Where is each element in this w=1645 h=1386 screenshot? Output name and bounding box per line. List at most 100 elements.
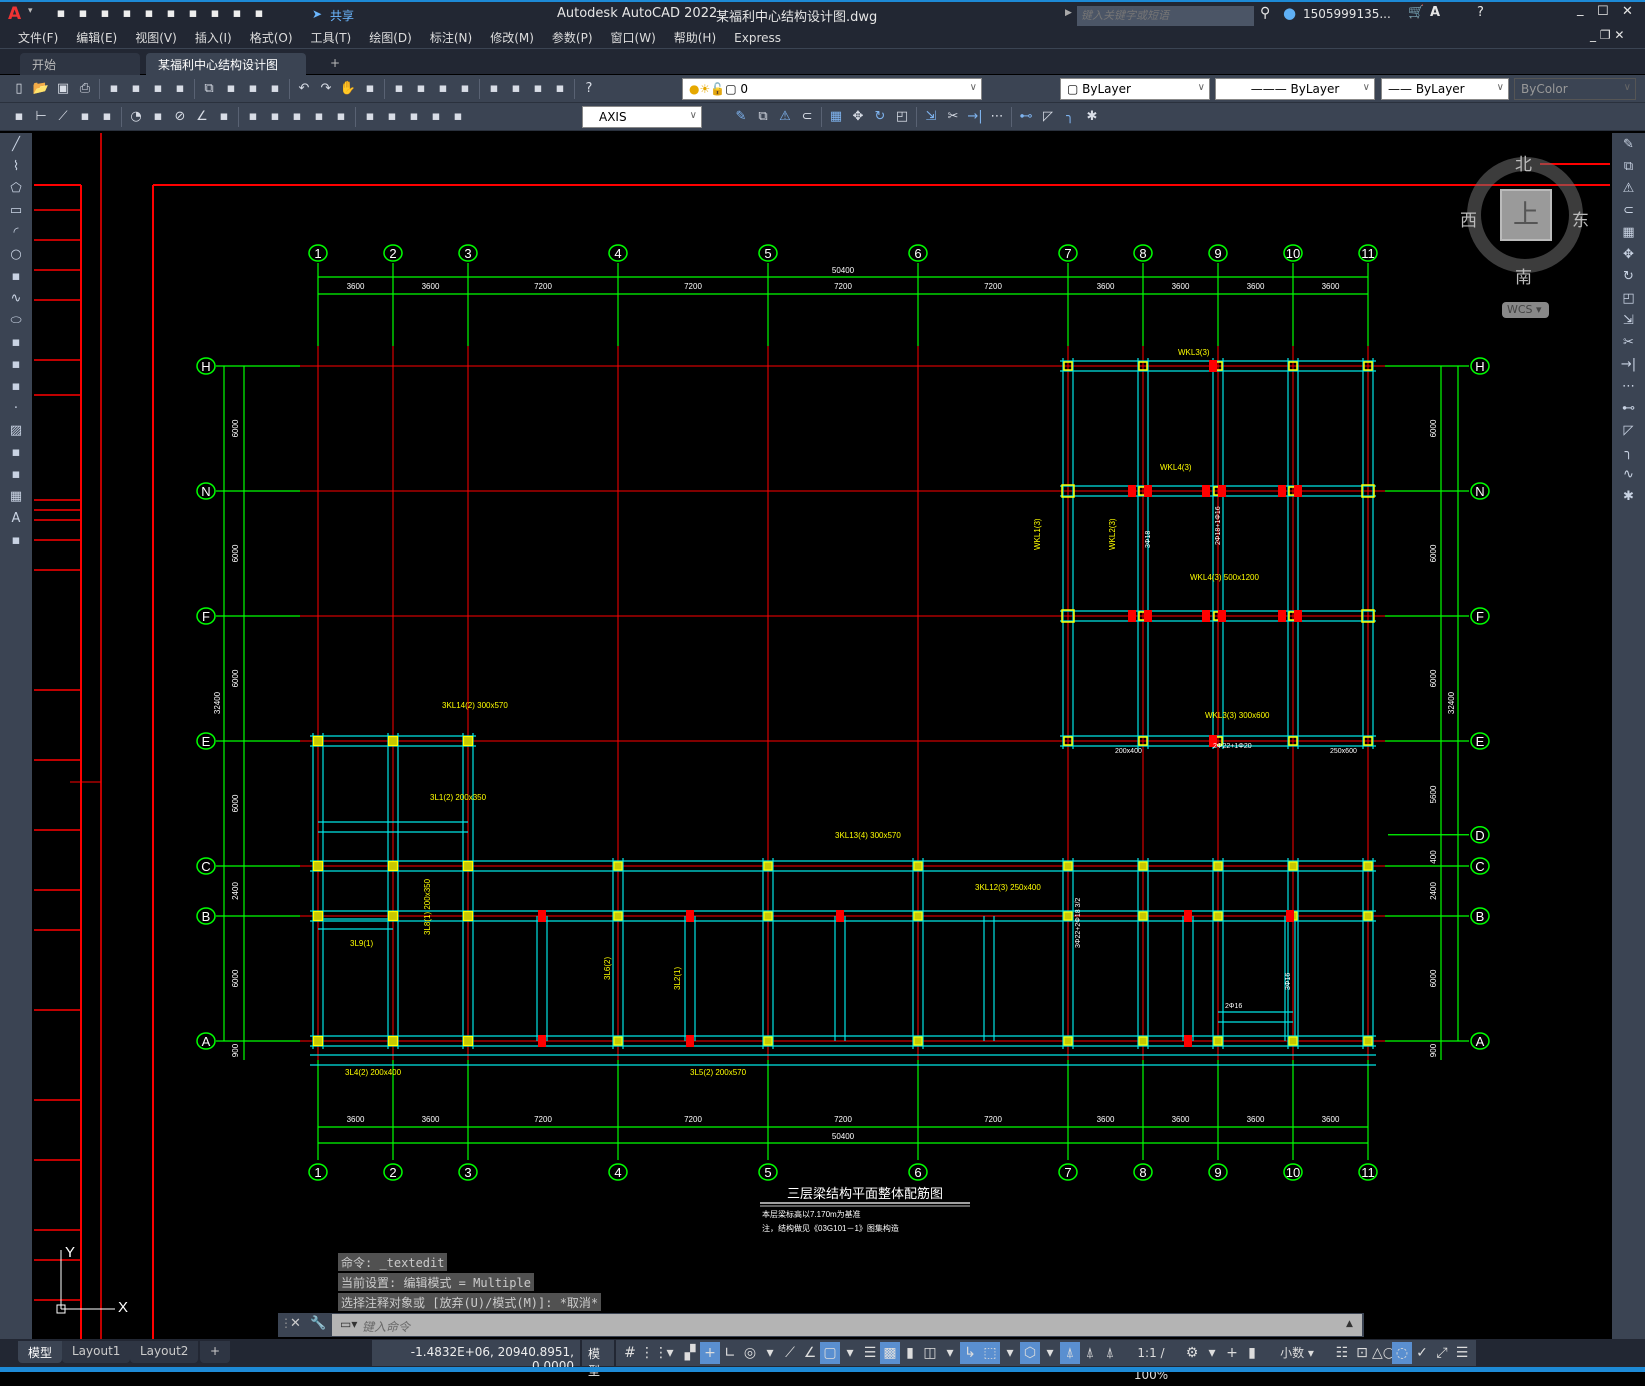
units-dropdown[interactable]: 小数 ▾ [1262, 1342, 1332, 1364]
menu-item[interactable]: 编辑(E) [76, 26, 117, 46]
viewcube-west[interactable]: 西 [1460, 206, 1477, 231]
ellipse-icon[interactable]: ⬭ [5, 311, 27, 331]
infer-toggle-icon[interactable]: ▞ [680, 1342, 700, 1364]
plot-icon[interactable]: ⎙ [76, 80, 94, 98]
gradient-icon[interactable]: ▪ [5, 443, 27, 463]
search-icon[interactable]: ⚲ [1260, 5, 1270, 21]
customize-plus-icon[interactable]: + [1222, 1342, 1242, 1364]
viewcube-east[interactable]: 东 [1572, 206, 1589, 231]
lineweight-toggle-icon[interactable]: ☰ [860, 1342, 880, 1364]
osnap-track-toggle-icon[interactable]: ∠ [800, 1342, 820, 1364]
copy-icon[interactable]: ⧉ [754, 108, 772, 126]
dimstyle-dropdown[interactable]: AXIS ∨ [582, 106, 702, 128]
dropdown-toggle-icon[interactable]: ▾ [1040, 1342, 1060, 1364]
menu-item[interactable]: 标注(N) [430, 26, 472, 46]
close-command-icon[interactable]: ✕ [290, 1316, 301, 1331]
maximize-button[interactable]: ☐ [1597, 4, 1609, 19]
hardware-accel-icon[interactable]: ◌ [1392, 1342, 1412, 1364]
chamfer-icon[interactable]: ◸ [1039, 108, 1057, 126]
share-button[interactable]: 共享 [330, 7, 354, 24]
command-prompt-icon[interactable]: ▭▾ [340, 1317, 357, 1331]
extend-icon[interactable]: →| [1618, 355, 1640, 375]
tab-start[interactable]: 开始 [20, 53, 140, 75]
autocad-logo-icon[interactable]: A [8, 4, 21, 24]
plotstyle-dropdown[interactable]: ByColor ∨ [1514, 78, 1636, 100]
break-icon[interactable]: ⋯ [1618, 377, 1640, 397]
break-icon[interactable]: ⋯ [988, 108, 1006, 126]
angular-icon[interactable]: ∠ [193, 108, 211, 126]
3dosnap-toggle-icon[interactable]: ◫ [920, 1342, 940, 1364]
move-icon[interactable]: ✥ [849, 108, 867, 126]
model-space-button[interactable]: 模型 [582, 1340, 614, 1378]
offset-icon[interactable]: ⊂ [798, 108, 816, 126]
rotate-icon[interactable]: ↻ [1618, 267, 1640, 287]
new-icon-icon[interactable]: ▪ [52, 5, 70, 23]
units-ruler-icon[interactable]: ▮ [1242, 1342, 1262, 1364]
viewcube-top-face[interactable]: 上 [1500, 189, 1552, 241]
layout-tab-layout1[interactable]: Layout1 [62, 1341, 131, 1363]
menu-item[interactable]: 文件(F) [18, 26, 58, 46]
redo-icon[interactable]: ↷ [317, 80, 335, 98]
linetype-dropdown[interactable]: ——— ByLayer ∨ [1215, 78, 1375, 100]
erase-icon[interactable]: ✎ [1618, 135, 1640, 155]
toolpalettes-icon[interactable]: ▪ [485, 80, 503, 98]
snap-toggle-icon[interactable]: ⋮⋮ [640, 1342, 668, 1364]
ortho-toggle-icon[interactable]: ∟ [720, 1342, 740, 1364]
qnew-icon[interactable]: ▯ [10, 80, 28, 98]
aligned-icon[interactable]: ⟋ [54, 108, 72, 126]
dropdown-toggle-icon[interactable]: ▾ [760, 1342, 780, 1364]
save-as-icon-icon[interactable]: ▪ [118, 5, 136, 23]
gizmo-toggle-icon[interactable]: ⬚ [980, 1342, 1000, 1364]
tab-drawing[interactable]: 某福利中心结构设计图*✕ [146, 53, 306, 87]
join-icon[interactable]: ⊷ [1017, 108, 1035, 126]
radius-icon[interactable]: ◔ [127, 108, 145, 126]
filter-toggle-icon[interactable]: ⬡ [1020, 1342, 1040, 1364]
dimupdate-icon[interactable]: ▪ [449, 108, 467, 126]
cut-icon[interactable]: ▪ [171, 80, 189, 98]
isodraft-toggle-icon[interactable]: ⟋ [780, 1342, 800, 1364]
customize-wrench-icon[interactable]: 🔧 [310, 1316, 326, 1331]
center-mark-icon[interactable]: ▪ [332, 108, 350, 126]
lock-ui-icon[interactable]: ⊡ [1352, 1342, 1372, 1364]
paste-icon[interactable]: ▪ [222, 80, 240, 98]
search-expand-icon[interactable]: ▶ [1065, 8, 1072, 18]
undo-icon-icon[interactable]: ▪ [206, 5, 224, 23]
rotate-icon[interactable]: ↻ [871, 108, 889, 126]
arc-length-icon[interactable]: ▪ [76, 108, 94, 126]
join-icon[interactable]: ⊷ [1618, 399, 1640, 419]
dynamic-ucs-toggle-icon[interactable]: ↳ [960, 1342, 980, 1364]
quickcalc-icon[interactable]: ▪ [551, 80, 569, 98]
rectangle-icon[interactable]: ▭ [5, 201, 27, 221]
stretch-icon[interactable]: ⇲ [922, 108, 940, 126]
selection-cycling-toggle-icon[interactable]: ▮ [900, 1342, 920, 1364]
layout-tab-model[interactable]: 模型 [18, 1341, 63, 1363]
polygon-icon[interactable]: ⬠ [5, 179, 27, 199]
extend-icon[interactable]: →| [966, 108, 984, 126]
search-input[interactable] [1077, 6, 1254, 26]
array-icon[interactable]: ▦ [827, 108, 845, 126]
menu-item[interactable]: 工具(T) [311, 26, 352, 46]
open-icon-icon[interactable]: ▪ [74, 5, 92, 23]
menu-item[interactable]: 窗口(W) [611, 26, 656, 46]
markup-icon[interactable]: ▪ [529, 80, 547, 98]
copy-icon[interactable]: ⧉ [1618, 157, 1640, 177]
layer-dropdown[interactable]: ●☀🔓▢ 0 ∨ [682, 78, 982, 100]
move-icon[interactable]: ✥ [1618, 245, 1640, 265]
jogged-icon[interactable]: ▪ [149, 108, 167, 126]
layout-tab-layout2[interactable]: Layout2 [130, 1341, 199, 1363]
new-layout-button[interactable]: + [200, 1341, 231, 1363]
polar-toggle-icon[interactable]: ◎ [740, 1342, 760, 1364]
doc-minimize-button[interactable]: _ [1590, 28, 1596, 42]
hatch-icon[interactable]: ▨ [5, 421, 27, 441]
revcloud-icon[interactable]: ▪ [5, 267, 27, 287]
inspect-icon[interactable]: ▪ [361, 108, 379, 126]
polyline-icon[interactable]: ⌇ [5, 157, 27, 177]
isolate-icon[interactable]: △○ [1372, 1342, 1395, 1364]
qdim-icon[interactable]: ▪ [10, 108, 28, 126]
coordinates-readout[interactable]: -1.4832E+06, 20940.8951, 0.0000 [372, 1340, 580, 1373]
menu-item[interactable]: 帮助(H) [674, 26, 716, 46]
snapmode-toggle-icon[interactable]: + [700, 1342, 720, 1364]
dimbreak-icon[interactable]: ▪ [288, 108, 306, 126]
blockeditor-icon[interactable]: ▪ [266, 80, 284, 98]
cart-icon[interactable]: 🛒 [1408, 5, 1424, 20]
